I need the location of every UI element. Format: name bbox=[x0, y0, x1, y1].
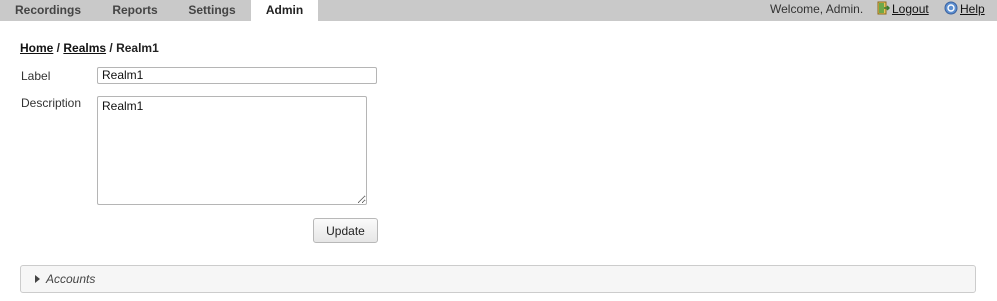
welcome-text: Welcome, Admin. bbox=[770, 2, 864, 16]
logout-link-group[interactable]: Logout bbox=[876, 0, 929, 19]
tab-admin[interactable]: Admin bbox=[251, 0, 318, 21]
label-caption: Label bbox=[21, 69, 51, 83]
accounts-collapsible-panel[interactable]: Accounts bbox=[20, 265, 976, 293]
update-button[interactable]: Update bbox=[313, 218, 378, 243]
logout-link[interactable]: Logout bbox=[892, 2, 929, 16]
breadcrumb: Home / Realms / Realm1 bbox=[20, 41, 159, 55]
description-caption: Description bbox=[21, 96, 82, 110]
description-textarea[interactable]: Realm1 bbox=[97, 96, 367, 205]
top-nav-bar: Recordings Reports Settings Admin Welcom… bbox=[0, 0, 997, 21]
help-link-group[interactable]: Help bbox=[944, 0, 985, 19]
tab-settings[interactable]: Settings bbox=[174, 0, 250, 21]
breadcrumb-separator: / bbox=[106, 41, 117, 55]
breadcrumb-home[interactable]: Home bbox=[20, 41, 53, 55]
help-circle-icon bbox=[944, 1, 958, 15]
breadcrumb-realms[interactable]: Realms bbox=[63, 41, 106, 55]
breadcrumb-separator: / bbox=[53, 41, 64, 55]
help-link[interactable]: Help bbox=[960, 2, 985, 16]
label-input[interactable] bbox=[97, 67, 377, 84]
breadcrumb-current: Realm1 bbox=[116, 41, 159, 55]
logout-door-icon bbox=[876, 1, 891, 15]
accounts-panel-title: Accounts bbox=[46, 272, 96, 286]
tab-reports[interactable]: Reports bbox=[96, 0, 174, 21]
tab-recordings[interactable]: Recordings bbox=[0, 0, 96, 21]
triangle-right-icon bbox=[35, 275, 40, 283]
